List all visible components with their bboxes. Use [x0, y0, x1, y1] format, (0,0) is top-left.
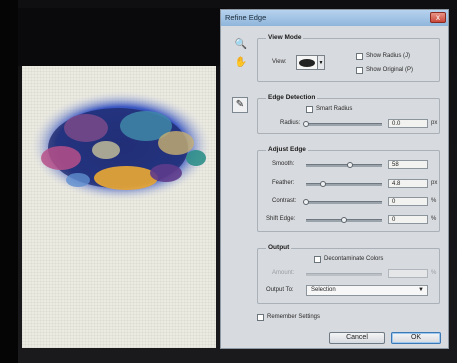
- smooth-label: Smooth:: [272, 161, 295, 167]
- smooth-slider-track[interactable]: [306, 162, 382, 168]
- dialog-title: Refine Edge: [225, 13, 267, 22]
- edge-detection-legend: Edge Detection: [266, 94, 318, 101]
- adjust-edge-legend: Adjust Edge: [266, 146, 308, 153]
- shift-edge-slider-track[interactable]: [306, 217, 382, 223]
- contrast-slider-thumb[interactable]: [303, 199, 309, 205]
- dark-edge: [0, 0, 18, 363]
- ok-button[interactable]: OK: [391, 332, 441, 344]
- remember-settings-label: Remember Settings: [267, 314, 321, 320]
- contrast-value-field[interactable]: 0: [388, 197, 428, 206]
- feather-unit: px: [431, 180, 438, 186]
- refine-radius-brush-icon[interactable]: ✎: [232, 97, 248, 113]
- smart-radius-checkbox[interactable]: [306, 106, 313, 113]
- edge-detection-group: Edge Detection Smart Radius Radius: 0.0 …: [257, 94, 440, 134]
- dark-workspace-area: [18, 8, 228, 66]
- cancel-button[interactable]: Cancel: [329, 332, 385, 344]
- dialog-titlebar[interactable]: Refine Edge x: [221, 10, 448, 26]
- feather-value-field[interactable]: 4.8: [388, 179, 428, 188]
- radius-unit: px: [431, 120, 438, 126]
- view-mode-dropdown[interactable]: ▼: [318, 55, 325, 70]
- shift-edge-label: Shift Edge:: [266, 216, 296, 222]
- feather-slider-track[interactable]: [306, 181, 382, 187]
- smooth-value-field[interactable]: 58: [388, 160, 428, 169]
- feather-slider-thumb[interactable]: [319, 181, 326, 187]
- smart-radius-label: Smart Radius: [316, 106, 353, 112]
- chevron-down-icon: ▼: [418, 287, 424, 293]
- decontaminate-label: Decontaminate Colors: [324, 256, 384, 262]
- view-mode-legend: View Mode: [266, 34, 304, 41]
- amount-slider-track: [306, 273, 382, 276]
- feather-label: Feather:: [272, 180, 295, 186]
- amount-unit: %: [431, 270, 437, 276]
- refine-edge-dialog: Refine Edge x 🔍 ✋ View Mode View: ▼ Show…: [220, 9, 449, 349]
- radius-value-field[interactable]: 0.0: [388, 119, 428, 128]
- adjust-edge-group: Adjust Edge Smooth: 58 Feather: 4.8 px C…: [257, 146, 440, 232]
- amount-value-field: [388, 269, 428, 278]
- radius-slider-track[interactable]: [303, 121, 382, 127]
- show-original-checkbox[interactable]: [356, 67, 363, 74]
- amount-label: Amount:: [272, 270, 295, 276]
- shift-edge-value-field[interactable]: 0: [388, 215, 428, 224]
- contrast-slider-track[interactable]: [303, 199, 382, 205]
- output-to-value: Selection: [311, 287, 336, 293]
- radius-label: Radius:: [280, 120, 301, 126]
- view-mode-group: View Mode View: ▼ Show Radius (J) Show O…: [257, 34, 440, 82]
- shift-edge-slider-thumb[interactable]: [341, 217, 347, 223]
- hand-tool-icon[interactable]: ✋: [234, 56, 248, 70]
- radius-slider-thumb[interactable]: [303, 121, 309, 127]
- contrast-label: Contrast:: [272, 198, 297, 204]
- show-original-label: Show Original (P): [366, 67, 414, 73]
- view-label: View:: [272, 59, 287, 65]
- zoom-tool-icon[interactable]: 🔍: [234, 38, 248, 52]
- view-mode-thumbnail[interactable]: [296, 55, 318, 70]
- show-radius-label: Show Radius (J): [366, 53, 411, 59]
- output-group: Output Decontaminate Colors Amount: % Ou…: [257, 244, 440, 304]
- show-radius-checkbox[interactable]: [356, 53, 363, 60]
- output-to-select[interactable]: Selection ▼: [306, 285, 428, 296]
- output-legend: Output: [266, 244, 292, 251]
- close-button[interactable]: x: [430, 12, 446, 23]
- coral-reef-image: [29, 90, 213, 202]
- remember-settings-checkbox[interactable]: [257, 314, 264, 321]
- smooth-slider-thumb[interactable]: [347, 162, 354, 168]
- decontaminate-checkbox[interactable]: [314, 256, 321, 263]
- view-preview-icon: [299, 59, 315, 67]
- contrast-unit: %: [431, 198, 437, 204]
- output-to-label: Output To:: [266, 287, 294, 293]
- shift-edge-unit: %: [431, 216, 437, 222]
